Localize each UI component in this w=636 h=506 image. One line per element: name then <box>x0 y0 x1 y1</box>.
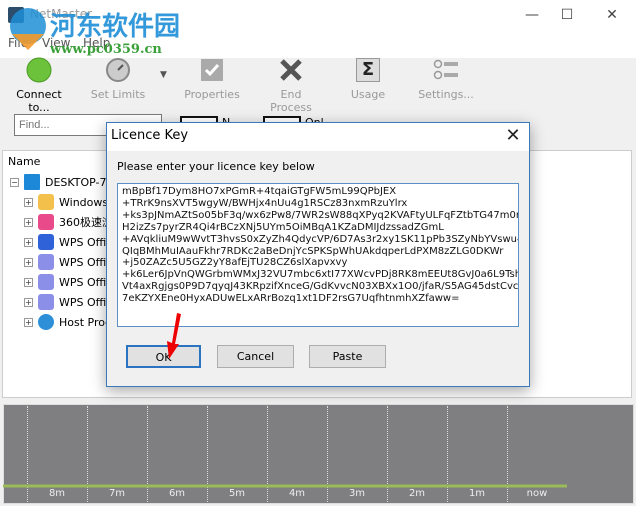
end-process-label: End Process <box>270 88 312 114</box>
tree-item-label: 360极速浏 <box>59 216 113 229</box>
connect-button[interactable]: Connect to... <box>4 56 74 114</box>
maximize-button[interactable]: ☐ <box>555 4 579 26</box>
end-process-button[interactable]: End Process <box>258 56 324 114</box>
column-header-name[interactable]: Name <box>8 155 40 168</box>
wps-cloud-icon <box>38 294 54 310</box>
x-icon <box>280 59 302 81</box>
green-circle-icon <box>26 57 52 83</box>
expand-icon[interactable]: + <box>24 277 33 287</box>
tree-item[interactable]: +360极速浏 <box>24 212 113 232</box>
settings-button[interactable]: Settings... <box>416 56 476 101</box>
paste-button[interactable]: Paste <box>309 345 386 368</box>
app-icon <box>8 7 24 23</box>
tree-item[interactable]: + Windows E <box>24 192 119 212</box>
expand-icon[interactable]: + <box>24 257 33 267</box>
expand-icon[interactable]: + <box>24 297 33 307</box>
expand-icon[interactable]: + <box>24 197 33 207</box>
tree-item[interactable]: + WPS Office <box>24 232 119 252</box>
menu-file[interactable]: File <box>8 36 28 50</box>
gauge-icon <box>106 58 130 82</box>
usage-button[interactable]: Σ Usage <box>348 56 388 101</box>
wps-icon <box>38 234 54 250</box>
set-limits-button[interactable]: Set Limits <box>88 56 148 101</box>
expand-icon[interactable]: + <box>24 217 33 227</box>
usage-line-layer <box>3 484 567 488</box>
properties-label: Properties <box>184 88 240 101</box>
settings-label: Settings... <box>418 88 474 101</box>
licence-key-dialog: Licence Key ✕ Please enter your licence … <box>106 122 530 387</box>
connect-label: Connect to... <box>16 88 62 114</box>
sigma-icon: Σ <box>356 58 380 82</box>
cancel-button[interactable]: Cancel <box>217 345 294 368</box>
root-label: DESKTOP-7E <box>45 175 114 189</box>
dialog-title: Licence Key <box>107 123 529 151</box>
browser-360-icon <box>38 214 54 230</box>
folder-icon <box>38 194 54 210</box>
wps-cloud-icon <box>38 254 54 270</box>
tree-root[interactable]: − DESKTOP-7E <box>10 172 113 192</box>
tree-item[interactable]: + WPS Office <box>24 272 119 292</box>
usage-label: Usage <box>350 88 386 101</box>
tree-item[interactable]: + Host Proce <box>24 312 118 332</box>
properties-button[interactable]: Properties <box>180 56 244 101</box>
expand-icon[interactable]: + <box>24 237 33 247</box>
wps-cloud-icon <box>38 274 54 290</box>
dialog-close-button[interactable]: ✕ <box>501 125 525 146</box>
watermark-text: 河东软件园 <box>50 12 181 42</box>
dialog-prompt: Please enter your licence key below <box>117 160 315 173</box>
settings-list-icon <box>433 59 458 80</box>
computer-icon <box>24 174 40 190</box>
expand-icon[interactable]: + <box>24 317 33 327</box>
collapse-icon[interactable]: − <box>10 177 19 187</box>
licence-key-input[interactable]: mBpBf17Dym8HO7xPGmR+4tqaiGTgFW5mL99QPbJE… <box>117 183 519 327</box>
close-button[interactable]: ✕ <box>600 4 624 26</box>
tree-item[interactable]: + WPS Office <box>24 292 119 312</box>
watermark-url: www.pc0359.cn <box>50 42 162 57</box>
gear-icon <box>38 314 54 330</box>
set-limits-label: Set Limits <box>90 88 146 101</box>
tree-item[interactable]: + WPS Office <box>24 252 119 272</box>
red-arrow-annotation <box>167 313 181 359</box>
checkmark-icon <box>201 59 223 81</box>
minimize-button[interactable]: — <box>520 4 544 26</box>
set-limits-dropdown-icon[interactable]: ▼ <box>160 70 167 80</box>
